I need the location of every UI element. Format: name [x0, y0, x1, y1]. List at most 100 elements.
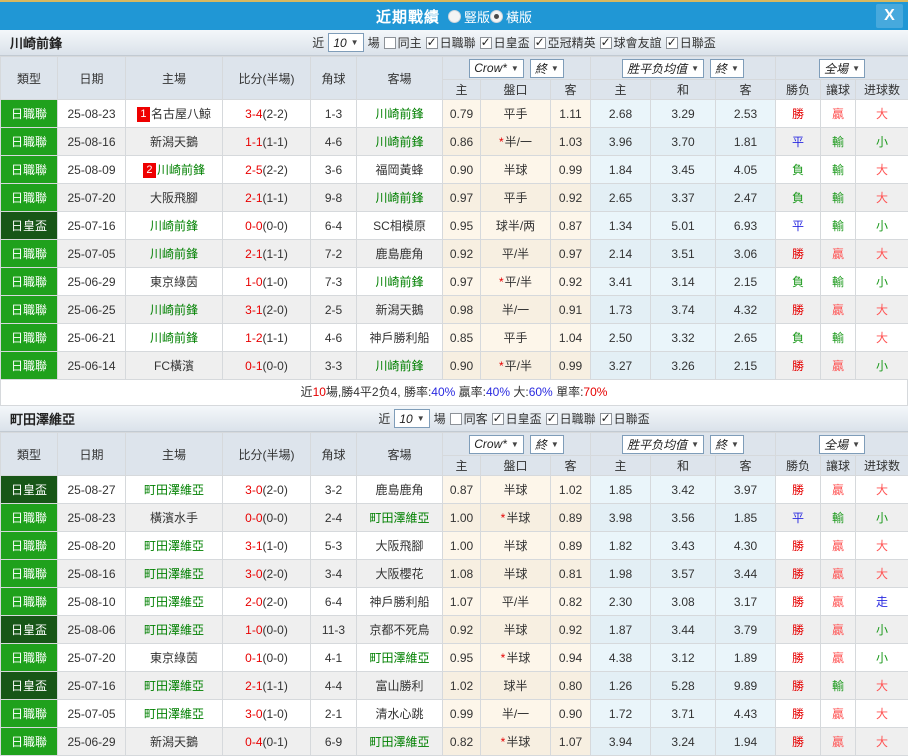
same-venue-checkbox[interactable]: 同主 [384, 34, 422, 51]
handicap-text: 半球 [503, 623, 527, 637]
odds-home: 0.90 [443, 156, 481, 184]
col-avg-home: 主 [591, 456, 651, 476]
layout-radios: 豎版橫版 [448, 7, 532, 26]
radio-label: 豎版 [464, 7, 490, 26]
match-row: 日皇盃 25-08-06 町田澤維亞 1-0(0-0) 11-3 京都不死鳥 0… [1, 616, 908, 644]
window-title: 近期戰績 [376, 6, 440, 27]
league-checkbox[interactable]: 日職聯 [546, 410, 596, 427]
away-team-name: 福岡黃蜂 [375, 163, 423, 177]
odds-source-select[interactable]: Crow* [469, 435, 524, 454]
league-checkbox[interactable]: 亞冠精英 [534, 34, 596, 51]
col-handicap: 盤口 [481, 80, 551, 100]
odds-source-select[interactable]: Crow* [469, 59, 524, 78]
summary-segment: 40% [486, 385, 510, 399]
away-team: 川崎前鋒 [357, 184, 443, 212]
league-checkbox[interactable]: 日皇盃 [492, 410, 542, 427]
match-row: 日職聯 25-06-14 FC橫濱 0-1(0-0) 3-3 川崎前鋒 0.90… [1, 352, 908, 380]
handicap: 半球 [481, 476, 551, 504]
home-team: 橫濱水手 [126, 504, 223, 532]
odds-group-header: Crow* 終 [443, 433, 591, 456]
summary-segment: 60% [529, 385, 553, 399]
halftime-score: (1-1) [263, 679, 288, 693]
fulltime-score: 1-1 [245, 135, 262, 149]
result-outcome: 勝 [776, 616, 821, 644]
corner-score: 2-4 [311, 504, 357, 532]
match-date: 25-08-23 [58, 100, 126, 128]
halftime-score: (0-0) [263, 511, 288, 525]
handicap: 球半/两 [481, 212, 551, 240]
odds-home: 0.79 [443, 100, 481, 128]
result-handicap: 輸 [821, 504, 856, 532]
league-checkbox[interactable]: 球會友誼 [600, 34, 662, 51]
odds-final-select[interactable]: 終 [530, 435, 564, 454]
layout-radio-vertical[interactable]: 豎版 [448, 7, 490, 26]
odds-away: 0.89 [551, 532, 591, 560]
team-name: 町田澤維亞 [10, 409, 75, 428]
col-corner: 角球 [311, 57, 357, 100]
filter-near-label: 近 [312, 34, 324, 51]
checkbox-icon [450, 413, 462, 425]
summary-segment: 大: [510, 385, 529, 399]
fulltime-score: 3-1 [245, 303, 262, 317]
avg-final-select[interactable]: 終 [710, 59, 744, 78]
odds-away: 1.04 [551, 324, 591, 352]
odds-final-select[interactable]: 終 [530, 59, 564, 78]
handicap: *半球 [481, 728, 551, 756]
match-row: 日皇盃 25-08-27 町田澤維亞 3-0(2-0) 3-2 鹿島鹿角 0.8… [1, 476, 908, 504]
league-checkbox[interactable]: 日聯盃 [600, 410, 650, 427]
home-team: 大阪飛腳 [126, 184, 223, 212]
away-team: 新潟天鵝 [357, 296, 443, 324]
odds-away: 0.81 [551, 560, 591, 588]
fulltime-select[interactable]: 全場 [819, 435, 865, 454]
fulltime-score: 0-0 [245, 219, 262, 233]
avg-home-odds: 4.38 [591, 644, 651, 672]
league-checkbox[interactable]: 日職聯 [426, 34, 476, 51]
avg-select[interactable]: 胜平负均值 [622, 59, 704, 78]
away-team: 福岡黃蜂 [357, 156, 443, 184]
result-goals: 大 [856, 532, 908, 560]
avg-draw-odds: 3.51 [651, 240, 716, 268]
avg-select[interactable]: 胜平负均值 [622, 435, 704, 454]
home-team-name: 川崎前鋒 [157, 163, 205, 177]
league-checkbox-label: 日職聯 [560, 410, 596, 427]
avg-away-odds: 9.89 [716, 672, 776, 700]
odds-home: 0.95 [443, 644, 481, 672]
match-date: 25-07-05 [58, 240, 126, 268]
match-row: 日職聯 25-07-20 大阪飛腳 2-1(1-1) 9-8 川崎前鋒 0.97… [1, 184, 908, 212]
league-checkbox[interactable]: 日皇盃 [480, 34, 530, 51]
match-date: 25-07-20 [58, 184, 126, 212]
handicap-text: 平手 [503, 331, 527, 345]
match-date: 25-08-27 [58, 476, 126, 504]
away-team-name: 町田澤維亞 [369, 511, 429, 525]
games-count-select[interactable]: 10 [394, 409, 429, 428]
handicap-text: 半/一 [502, 707, 529, 721]
fulltime-select[interactable]: 全場 [819, 59, 865, 78]
home-team-name: 町田澤維亞 [144, 595, 204, 609]
fulltime-score: 3-0 [245, 483, 262, 497]
rank-badge: 1 [137, 107, 150, 122]
handicap: 半/一 [481, 296, 551, 324]
match-type: 日職聯 [1, 728, 58, 756]
match-row: 日職聯 25-07-05 町田澤維亞 3-0(1-0) 2-1 清水心跳 0.9… [1, 700, 908, 728]
final-score: 0-0(0-0) [223, 504, 311, 532]
match-row: 日職聯 25-08-20 町田澤維亞 3-1(1-0) 5-3 大阪飛腳 1.0… [1, 532, 908, 560]
games-count-select[interactable]: 10 [328, 33, 363, 52]
col-odds-away: 客 [551, 456, 591, 476]
result-outcome: 勝 [776, 728, 821, 756]
avg-draw-odds: 3.44 [651, 616, 716, 644]
halftime-score: (2-0) [263, 567, 288, 581]
handicap: *半球 [481, 644, 551, 672]
same-venue-checkbox[interactable]: 同客 [450, 410, 488, 427]
home-team-name: 川崎前鋒 [150, 219, 198, 233]
away-team: 神戶勝利船 [357, 324, 443, 352]
layout-radio-horizontal[interactable]: 橫版 [490, 7, 532, 26]
odds-away: 0.87 [551, 212, 591, 240]
result-goals: 大 [856, 296, 908, 324]
close-button[interactable]: X [876, 4, 903, 28]
col-type: 類型 [1, 57, 58, 100]
avg-final-select[interactable]: 終 [710, 435, 744, 454]
league-checkbox[interactable]: 日聯盃 [666, 34, 716, 51]
match-row: 日職聯 25-08-23 1名古屋八鯨 3-4(2-2) 1-3 川崎前鋒 0.… [1, 100, 908, 128]
final-score: 0-4(0-1) [223, 728, 311, 756]
result-outcome: 平 [776, 504, 821, 532]
